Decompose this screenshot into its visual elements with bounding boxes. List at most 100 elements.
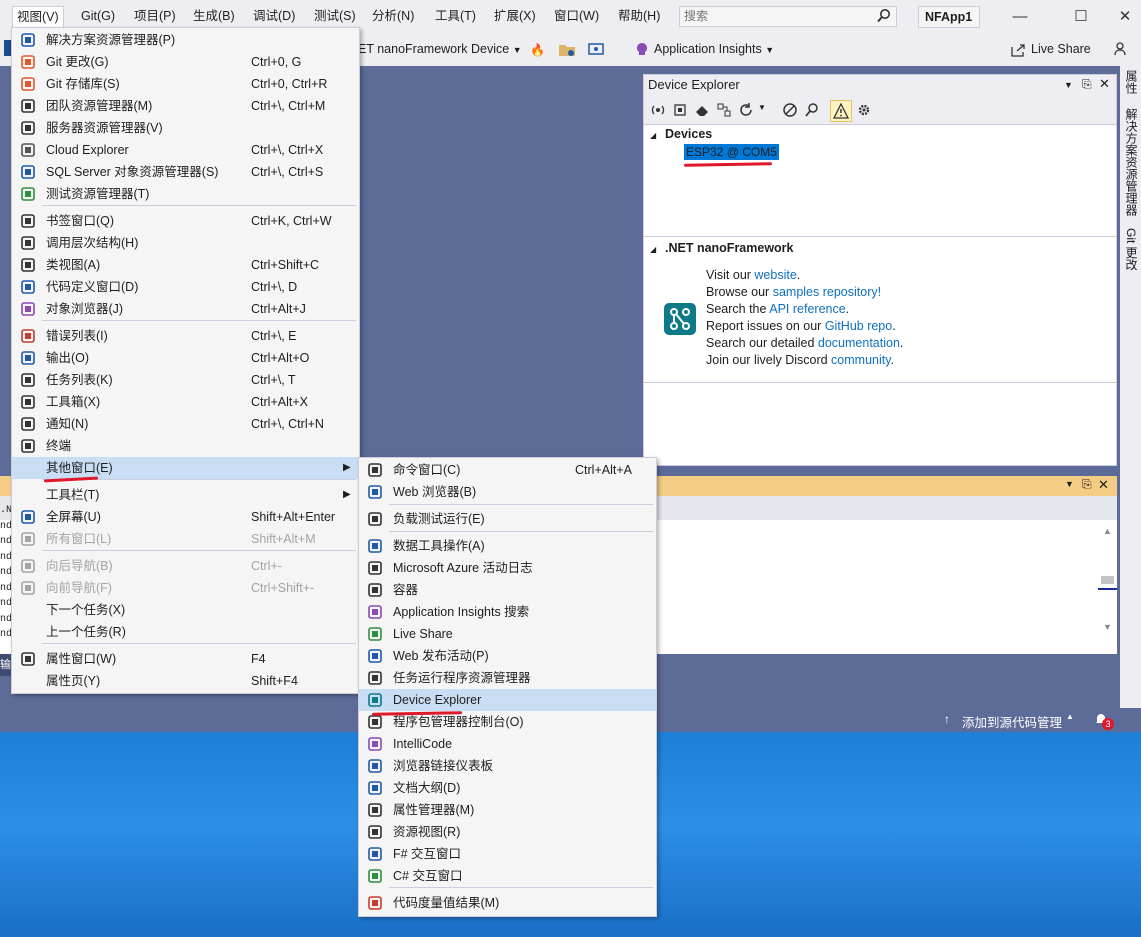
pin-icon[interactable]: ⎘ [1082, 74, 1092, 94]
view-menu-item[interactable]: 向前导航(F) Ctrl+Shift+- [12, 577, 359, 599]
collapse-info-icon[interactable]: ◢ [650, 245, 656, 254]
view-menu-item[interactable]: 下一个任务(X) [12, 599, 359, 621]
preview-icon[interactable] [588, 42, 604, 58]
view-menu-item[interactable]: SQL Server 对象资源管理器(S) Ctrl+\, Ctrl+S [12, 161, 359, 183]
view-menu-item[interactable]: 书签窗口(Q) Ctrl+K, Ctrl+W [12, 210, 359, 232]
api-reference-link[interactable]: API reference [769, 302, 845, 316]
view-menu-item[interactable]: 工具箱(X) Ctrl+Alt+X [12, 391, 359, 413]
device-capabilities-icon[interactable] [672, 102, 688, 118]
rescan-icon[interactable] [804, 102, 820, 118]
view-menu-item[interactable]: 属性页(Y) Shift+F4 [12, 670, 359, 692]
reboot-icon[interactable] [738, 102, 754, 118]
website-link[interactable]: website [754, 268, 796, 282]
search-input[interactable]: 搜索 [679, 6, 897, 27]
other-windows-item[interactable]: 负载测试运行(E) [359, 508, 656, 530]
other-windows-item[interactable]: IntelliCode [359, 733, 656, 755]
view-menu-item[interactable]: 任务列表(K) Ctrl+\, T [12, 369, 359, 391]
search-icon[interactable] [876, 8, 892, 24]
view-menu-item[interactable]: 所有窗口(L) Shift+Alt+M [12, 528, 359, 550]
add-to-source-control[interactable]: 添加到源代码管理 [962, 712, 1062, 731]
community-link[interactable]: community [831, 353, 891, 367]
view-menu-item[interactable]: 全屏幕(U) Shift+Alt+Enter [12, 506, 359, 528]
output-pin-icon[interactable]: ⎘ [1082, 477, 1092, 492]
view-menu-item[interactable]: Cloud Explorer Ctrl+\, Ctrl+X [12, 139, 359, 161]
menu-test[interactable]: 测试(S) [310, 6, 360, 27]
tab-solution-explorer[interactable]: 解决方案资源管理器 [1123, 108, 1139, 216]
minimize-icon[interactable]: — [1005, 6, 1035, 28]
folder-icon[interactable] [558, 42, 576, 58]
other-windows-item[interactable]: 任务运行程序资源管理器 [359, 667, 656, 689]
menu-help[interactable]: 帮助(H) [614, 6, 664, 27]
view-menu-item[interactable]: 其他窗口(E) ▶ [12, 457, 359, 479]
other-windows-item[interactable]: Microsoft Azure 活动日志 [359, 557, 656, 579]
github-link[interactable]: GitHub repo [825, 319, 892, 333]
view-menu-item[interactable]: 输出(O) Ctrl+Alt+O [12, 347, 359, 369]
tab-properties[interactable]: 属性 [1123, 70, 1139, 94]
close-icon[interactable]: ✕ [1110, 6, 1140, 28]
view-menu-item[interactable]: 团队资源管理器(M) Ctrl+\, Ctrl+M [12, 95, 359, 117]
documentation-link[interactable]: documentation [818, 336, 900, 350]
view-menu-item[interactable]: 通知(N) Ctrl+\, Ctrl+N [12, 413, 359, 435]
app-insights-icon[interactable] [636, 42, 648, 58]
attach-icon[interactable]: 🔥 [530, 43, 545, 57]
view-menu-item[interactable]: Git 更改(G) Ctrl+0, G [12, 51, 359, 73]
output-scrollbar[interactable]: ▲ ▼ [1100, 526, 1116, 636]
view-menu-item[interactable]: 类视图(A) Ctrl+Shift+C [12, 254, 359, 276]
menu-view[interactable]: 视图(V) [12, 6, 64, 27]
other-windows-item[interactable]: 代码度量值结果(M) [359, 892, 656, 914]
output-close-icon[interactable]: ✕ [1098, 477, 1109, 493]
other-windows-item[interactable]: Live Share [359, 623, 656, 645]
scroll-up-icon[interactable]: ▲ [1103, 526, 1112, 536]
other-windows-item[interactable]: 资源视图(R) [359, 821, 656, 843]
scroll-thumb[interactable] [1101, 576, 1114, 584]
other-windows-item[interactable]: 容器 [359, 579, 656, 601]
view-menu-item[interactable]: 调用层次结构(H) [12, 232, 359, 254]
device-item-esp32[interactable]: ESP32 @ COM5 [684, 144, 779, 160]
reboot-dropdown-icon[interactable]: ▼ [758, 103, 766, 112]
tab-git-changes[interactable]: Git 更改 [1123, 228, 1139, 271]
app-insights-dropdown[interactable]: Application Insights ▼ [654, 42, 774, 56]
view-menu-item[interactable]: 测试资源管理器(T) [12, 183, 359, 205]
menu-window[interactable]: 窗口(W) [550, 6, 603, 27]
collapse-devices-icon[interactable]: ◢ [650, 131, 656, 140]
disable-scan-icon[interactable] [782, 102, 798, 118]
maximize-icon[interactable]: ☐ [1066, 6, 1096, 28]
view-menu-item[interactable]: 代码定义窗口(D) Ctrl+\, D [12, 276, 359, 298]
samples-link[interactable]: samples repository! [773, 285, 881, 299]
other-windows-item[interactable]: 数据工具操作(A) [359, 535, 656, 557]
view-menu-item[interactable]: Git 存储库(S) Ctrl+0, Ctrl+R [12, 73, 359, 95]
view-menu-item[interactable]: 服务器资源管理器(V) [12, 117, 359, 139]
other-windows-item[interactable]: Web 发布活动(P) [359, 645, 656, 667]
other-windows-item[interactable]: 浏览器链接仪表板 [359, 755, 656, 777]
other-windows-item[interactable]: 命令窗口(C) Ctrl+Alt+A [359, 459, 656, 481]
show-internal-errors-button[interactable] [830, 100, 852, 122]
view-menu-item[interactable]: 上一个任务(R) [12, 621, 359, 643]
menu-debug[interactable]: 调试(D) [249, 6, 299, 27]
other-windows-item[interactable]: Application Insights 搜索 [359, 601, 656, 623]
menu-project[interactable]: 项目(P) [130, 6, 180, 27]
view-menu-item[interactable]: 解决方案资源管理器(P) [12, 29, 359, 51]
view-menu-item[interactable]: 工具栏(T) ▶ [12, 484, 359, 506]
view-menu-item[interactable]: 属性窗口(W) F4 [12, 648, 359, 670]
menu-analyze[interactable]: 分析(N) [368, 6, 418, 27]
network-config-icon[interactable] [716, 102, 732, 118]
panel-close-icon[interactable]: ✕ [1099, 74, 1110, 94]
view-menu-item[interactable]: 错误列表(I) Ctrl+\, E [12, 325, 359, 347]
view-menu-item[interactable]: 终端 [12, 435, 359, 457]
other-windows-item[interactable]: 属性管理器(M) [359, 799, 656, 821]
output-dropdown-icon[interactable]: ▼ [1065, 479, 1074, 489]
menu-extensions[interactable]: 扩展(X) [490, 6, 540, 27]
erase-icon[interactable] [694, 102, 710, 118]
live-share-icon[interactable] [1010, 42, 1026, 58]
settings-gear-icon[interactable] [856, 102, 872, 118]
ping-icon[interactable] [650, 102, 666, 118]
device-target-dropdown[interactable]: ET nanoFramework Device ▼ [358, 42, 522, 56]
menu-git[interactable]: Git(G) [77, 6, 119, 27]
other-windows-item[interactable]: Web 浏览器(B) [359, 481, 656, 503]
scroll-down-icon[interactable]: ▼ [1103, 622, 1112, 632]
other-windows-item[interactable]: C# 交互窗口 [359, 865, 656, 887]
other-windows-item[interactable]: Device Explorer [359, 689, 656, 711]
source-control-arrow-icon[interactable]: ▲ [1066, 712, 1074, 721]
other-windows-item[interactable]: 文档大纲(D) [359, 777, 656, 799]
menu-tools[interactable]: 工具(T) [431, 6, 480, 27]
